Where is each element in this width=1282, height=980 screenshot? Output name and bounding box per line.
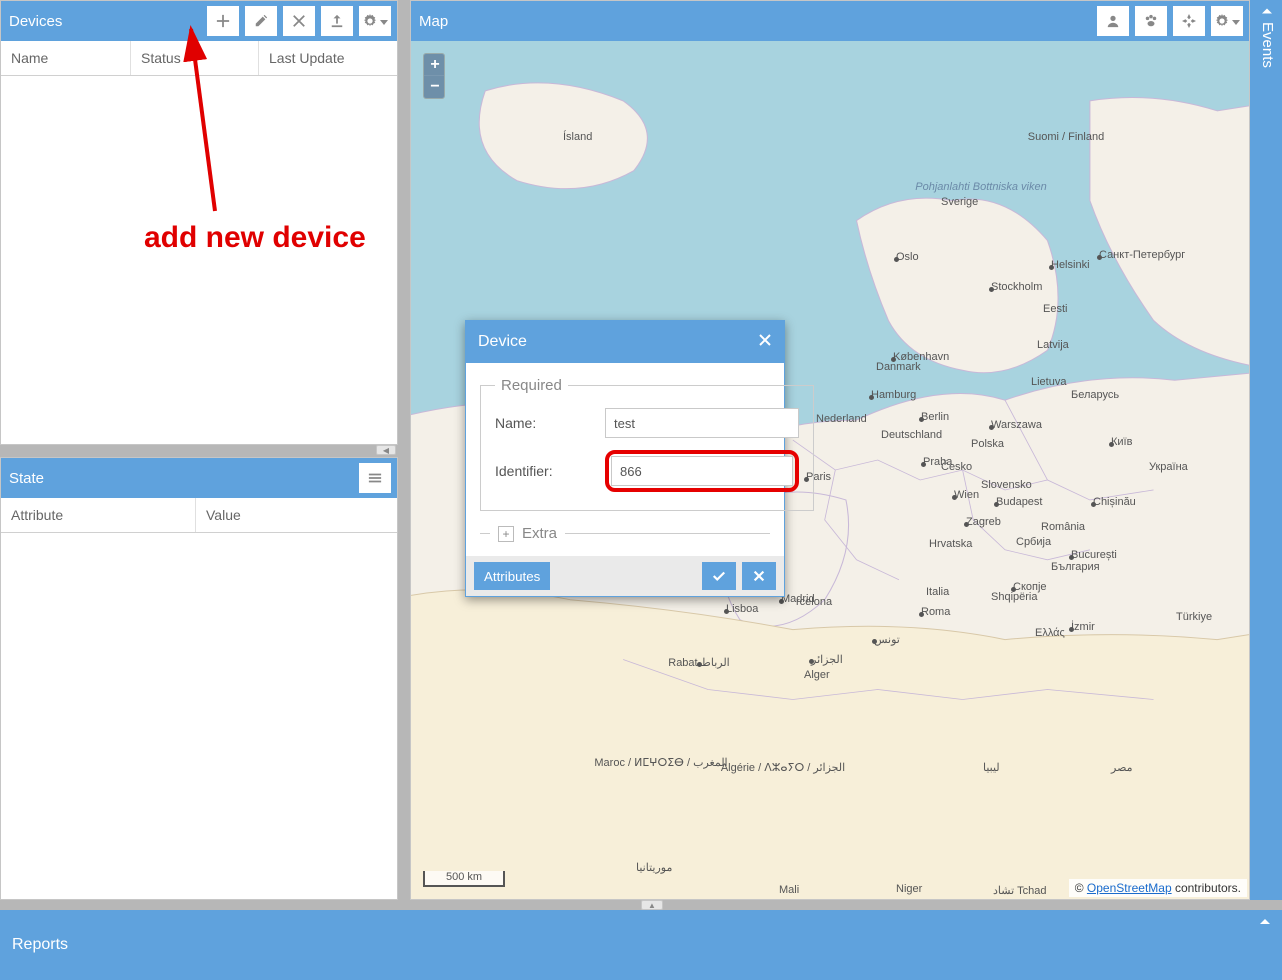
- identifier-highlight: [605, 450, 799, 492]
- add-device-button[interactable]: [207, 6, 239, 36]
- events-title: Events: [1259, 22, 1276, 68]
- scale-bar: 500 km: [423, 871, 505, 887]
- confirm-button[interactable]: [702, 562, 736, 590]
- zoom-control: + −: [423, 53, 445, 99]
- devices-grid-body: [1, 76, 397, 444]
- upload-button[interactable]: [321, 6, 353, 36]
- state-panel-header: State: [1, 458, 397, 498]
- col-name[interactable]: Name: [1, 41, 131, 75]
- reports-title: Reports: [12, 936, 68, 954]
- map-title: Map: [419, 13, 755, 30]
- map-settings-dropdown[interactable]: [1211, 6, 1243, 36]
- name-label: Name:: [495, 415, 605, 431]
- paw-button[interactable]: [1135, 6, 1167, 36]
- vertical-splitter[interactable]: [398, 0, 410, 900]
- osm-link[interactable]: OpenStreetMap: [1087, 881, 1172, 895]
- required-legend: Required: [495, 377, 568, 394]
- extra-label: Extra: [522, 525, 557, 542]
- col-value[interactable]: Value: [196, 498, 397, 532]
- reports-expand-grip[interactable]: ▲: [641, 900, 663, 910]
- devices-panel: Devices Name Status Last Update: [0, 0, 398, 445]
- identifier-input[interactable]: [611, 456, 793, 486]
- state-panel: State Attribute Value: [0, 457, 398, 900]
- edit-device-button[interactable]: [245, 6, 277, 36]
- expand-up-icon[interactable]: [1258, 914, 1272, 928]
- name-input[interactable]: [605, 408, 799, 438]
- dialog-body: Required Name: Identifier: + Extra: [466, 363, 784, 556]
- device-dialog: Device Required Name: Identifier: + Extr…: [465, 320, 785, 597]
- state-menu-button[interactable]: [359, 463, 391, 493]
- settings-dropdown-button[interactable]: [359, 6, 391, 36]
- expand-extra-button[interactable]: +: [498, 526, 514, 542]
- state-title: State: [9, 470, 359, 487]
- identifier-label: Identifier:: [495, 463, 605, 479]
- remove-device-button[interactable]: [283, 6, 315, 36]
- devices-panel-header: Devices: [1, 1, 397, 41]
- horizontal-splitter[interactable]: ◀: [0, 445, 398, 457]
- state-grid-header: Attribute Value: [1, 498, 397, 533]
- devices-grid-header: Name Status Last Update: [1, 41, 397, 76]
- required-fieldset: Required Name: Identifier:: [480, 377, 814, 511]
- map-attribution: © OpenStreetMap contributors.: [1069, 879, 1247, 897]
- devices-title: Devices: [9, 13, 201, 30]
- zoom-out-button[interactable]: −: [424, 76, 445, 98]
- dialog-header[interactable]: Device: [466, 321, 784, 363]
- dialog-close-button[interactable]: [758, 333, 772, 352]
- extra-section: + Extra: [480, 525, 770, 542]
- dialog-title: Device: [478, 333, 527, 351]
- user-button[interactable]: [1097, 6, 1129, 36]
- events-sidebar[interactable]: Events: [1250, 0, 1282, 900]
- dialog-footer: Attributes: [466, 556, 784, 596]
- attributes-button[interactable]: Attributes: [474, 562, 550, 590]
- splitter-collapse-icon[interactable]: ◀: [376, 445, 396, 455]
- cancel-button[interactable]: [742, 562, 776, 590]
- map-panel-header: Map: [411, 1, 1249, 41]
- col-attribute[interactable]: Attribute: [1, 498, 196, 532]
- col-lastupdate[interactable]: Last Update: [259, 41, 397, 75]
- chevron-left-icon: [1263, 6, 1273, 16]
- state-grid-body: [1, 533, 397, 899]
- reports-panel-header[interactable]: ▲ Reports: [0, 910, 1282, 980]
- zoom-in-button[interactable]: +: [424, 54, 445, 76]
- center-button[interactable]: [1173, 6, 1205, 36]
- col-status[interactable]: Status: [131, 41, 259, 75]
